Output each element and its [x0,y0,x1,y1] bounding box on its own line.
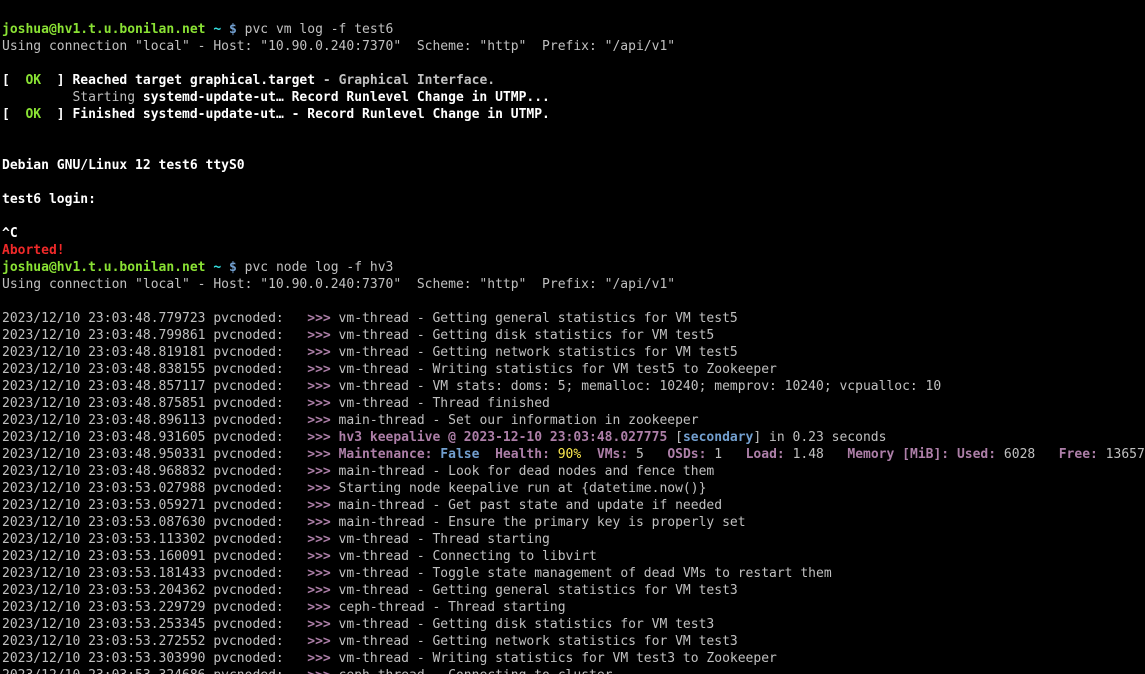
log-arrow: >>> [307,566,330,581]
log-arrow: >>> [307,345,330,360]
status-key: OSDs: [667,447,706,462]
log-arrow: >>> [307,311,330,326]
status-ok: OK [25,107,41,122]
status-val: 1 [706,447,745,462]
prompt-command: pvc vm log -f test6 [237,22,394,37]
os-banner: Debian GNU/Linux 12 test6 ttyS0 [2,158,245,173]
log-arrow: >>> [307,583,330,598]
status-ok: OK [25,73,41,88]
log-arrow: >>> [307,515,330,530]
prompt-path: ~ [213,22,221,37]
log-arrow: >>> [307,634,330,649]
log-line: 2023/12/10 23:03:53.181433 pvcnoded: >>>… [2,566,832,581]
status-val: 6028 [996,447,1059,462]
status-key: Free: [1059,447,1098,462]
prompt-sep [221,22,229,37]
unit-name: graphical.target [190,73,315,88]
prompt-sigil: $ [229,22,237,37]
log-arrow: >>> [307,396,330,411]
status-val: False [432,447,495,462]
log-line: 2023/12/10 23:03:53.059271 pvcnoded: >>>… [2,498,722,513]
keepalive-stamp: hv3 keepalive @ 2023-12-10 23:03:48.0277… [331,430,675,445]
log-arrow: >>> [307,447,330,462]
log-line: 2023/12/10 23:03:53.160091 pvcnoded: >>>… [2,549,597,564]
boot-line: Starting systemd-update-ut… Record Runle… [2,90,550,105]
unit-name: systemd-update-ut… - Record Runlevel Cha… [143,107,550,122]
connection-line: Using connection "local" - Host: "10.90.… [2,39,675,54]
status-val: 1.48 [785,447,848,462]
status-val: 90% [550,447,597,462]
prompt-user: joshua@hv1.t.u.bonilan.net [2,22,206,37]
log-arrow: >>> [307,668,330,674]
status-key: Health: [495,447,550,462]
status-key: VMs: [597,447,628,462]
log-line: 2023/12/10 23:03:53.087630 pvcnoded: >>>… [2,515,746,530]
status-val: 5 [628,447,667,462]
prompt-sigil: $ [229,260,237,275]
log-arrow: >>> [307,532,330,547]
log-line: 2023/12/10 23:03:48.819181 pvcnoded: >>>… [2,345,738,360]
log-line: 2023/12/10 23:03:48.857117 pvcnoded: >>>… [2,379,941,394]
log-line-keepalive: 2023/12/10 23:03:48.931605 pvcnoded: >>>… [2,430,886,445]
log-arrow: >>> [307,413,330,428]
status-key: Used: [957,447,996,462]
prompt-path: ~ [213,260,221,275]
status-key: Load: [746,447,785,462]
log-arrow: >>> [307,362,330,377]
log-arrow: >>> [307,498,330,513]
boot-line: [ OK ] Finished systemd-update-ut… - Rec… [2,107,550,122]
prompt-command: pvc node log -f hv3 [237,260,394,275]
log-line: 2023/12/10 23:03:53.272552 pvcnoded: >>>… [2,634,738,649]
log-line-status: 2023/12/10 23:03:48.950331 pvcnoded: >>>… [2,447,1145,462]
status-key: Memory [MiB]: [847,447,949,462]
log-arrow: >>> [307,430,330,445]
log-arrow: >>> [307,617,330,632]
log-line: 2023/12/10 23:03:53.324686 pvcnoded: >>>… [2,668,613,674]
log-arrow: >>> [307,481,330,496]
unit-name: systemd-update-ut… Record Runlevel Chang… [143,90,550,105]
aborted-msg: Aborted! [2,243,65,258]
log-arrow: >>> [307,328,330,343]
terminal-window[interactable]: joshua@hv1.t.u.bonilan.net ~ $ pvc vm lo… [0,0,1145,674]
log-line: 2023/12/10 23:03:53.113302 pvcnoded: >>>… [2,532,550,547]
node-role: secondary [683,430,753,445]
log-line: 2023/12/10 23:03:48.779723 pvcnoded: >>>… [2,311,738,326]
log-arrow: >>> [307,549,330,564]
ctrl-c: ^C [2,226,18,241]
log-line: 2023/12/10 23:03:53.204362 pvcnoded: >>>… [2,583,738,598]
log-line: 2023/12/10 23:03:48.799861 pvcnoded: >>>… [2,328,714,343]
status-val: 13657 [1098,447,1145,462]
log-line: 2023/12/10 23:03:53.303990 pvcnoded: >>>… [2,651,777,666]
prompt-user: joshua@hv1.t.u.bonilan.net [2,260,206,275]
boot-line: [ OK ] Reached target graphical.target -… [2,73,495,88]
log-line: 2023/12/10 23:03:53.229729 pvcnoded: >>>… [2,600,566,615]
log-arrow: >>> [307,464,330,479]
status-key: Maintenance: [339,447,433,462]
log-line: 2023/12/10 23:03:48.968832 pvcnoded: >>>… [2,464,714,479]
log-arrow: >>> [307,600,330,615]
connection-line: Using connection "local" - Host: "10.90.… [2,277,675,292]
log-arrow: >>> [307,379,330,394]
login-prompt: test6 login: [2,192,96,207]
log-line: 2023/12/10 23:03:48.875851 pvcnoded: >>>… [2,396,550,411]
log-line: 2023/12/10 23:03:53.027988 pvcnoded: >>>… [2,481,706,496]
log-line: 2023/12/10 23:03:53.253345 pvcnoded: >>>… [2,617,714,632]
log-arrow: >>> [307,651,330,666]
log-line: 2023/12/10 23:03:48.896113 pvcnoded: >>>… [2,413,699,428]
log-line: 2023/12/10 23:03:48.838155 pvcnoded: >>>… [2,362,777,377]
